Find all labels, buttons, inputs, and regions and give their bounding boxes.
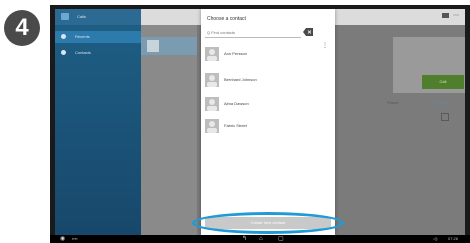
home-icon[interactable]: ⌂ — [259, 236, 263, 242]
search-input[interactable] — [205, 28, 301, 38]
clock-icon — [61, 34, 66, 39]
sidebar-header-title: Calls — [77, 14, 86, 19]
sidebar-item-recents[interactable]: Recents — [55, 31, 141, 43]
call-button[interactable]: Call — [422, 75, 464, 89]
app-logo-icon — [61, 13, 69, 20]
sidebar-header: Calls — [55, 9, 141, 25]
sidebar-item-contacts[interactable]: Contacts — [55, 47, 141, 59]
list-item[interactable]: Ann Persson — [201, 43, 327, 65]
contact-name: Alma Dawson — [224, 101, 249, 106]
tablet-screen: Calls ⋯ Calls Recents Contacts — [55, 9, 465, 235]
nav-status-text: ▪▪▪▪ — [72, 236, 78, 241]
list-item[interactable]: Bernhard Johnson — [201, 69, 327, 91]
contact-list-pane — [141, 25, 197, 235]
system-nav-bar: ◉ ▪▪▪▪ ↰ ⌂ ▢ ◁) 07:26 — [50, 235, 470, 243]
recent-apps-icon[interactable]: ▢ — [278, 236, 284, 242]
person-icon — [61, 50, 66, 55]
tutorial-page: 4 Calls ⋯ Calls Recents Cont — [0, 0, 470, 243]
contact-name: Fabric Street — [224, 123, 247, 128]
volume-icon: ◁) — [433, 236, 438, 241]
dialog-title: Choose a contact — [207, 16, 246, 22]
contact-avatar-icon — [205, 97, 219, 111]
detail-label: Phone — [387, 100, 399, 105]
index-scroll-icon[interactable]: ⋮ — [322, 43, 328, 49]
call-button-label: Call — [439, 79, 447, 84]
step-number-badge: 4 — [4, 10, 40, 46]
calendar-icon[interactable] — [441, 113, 449, 121]
back-arrow-icon[interactable]: ↰ — [242, 236, 247, 242]
list-item[interactable]: Alma Dawson — [201, 93, 327, 115]
avatar — [147, 40, 159, 52]
details-link[interactable]: Details — [435, 100, 447, 105]
contact-avatar-icon — [205, 119, 219, 133]
clock-time: 07:26 — [448, 236, 459, 241]
contact-name: Ann Persson — [224, 51, 247, 56]
list-item[interactable] — [141, 37, 197, 55]
contact-avatar-icon — [205, 47, 219, 61]
backspace-icon[interactable] — [303, 28, 313, 36]
contact-list[interactable]: Ann Persson Bernhard Johnson Alma Dawson — [201, 39, 327, 215]
contact-avatar-icon — [205, 73, 219, 87]
highlight-ring — [192, 212, 344, 234]
contact-name: Bernhard Johnson — [224, 77, 257, 82]
sidebar-item-label: Recents — [75, 34, 90, 39]
app-menu-icon[interactable]: ◉ — [60, 236, 65, 242]
add-contact-icon[interactable] — [442, 13, 449, 18]
sidebar-item-label: Contacts — [75, 50, 91, 55]
overflow-menu-icon[interactable]: ⋯ — [453, 12, 459, 19]
sidebar: Calls Recents Contacts — [55, 9, 141, 235]
tablet-frame: Calls ⋯ Calls Recents Contacts — [50, 5, 470, 243]
list-item[interactable]: Fabric Street — [201, 115, 327, 137]
choose-contact-dialog: Choose a contact Ann Persson — [201, 9, 335, 235]
